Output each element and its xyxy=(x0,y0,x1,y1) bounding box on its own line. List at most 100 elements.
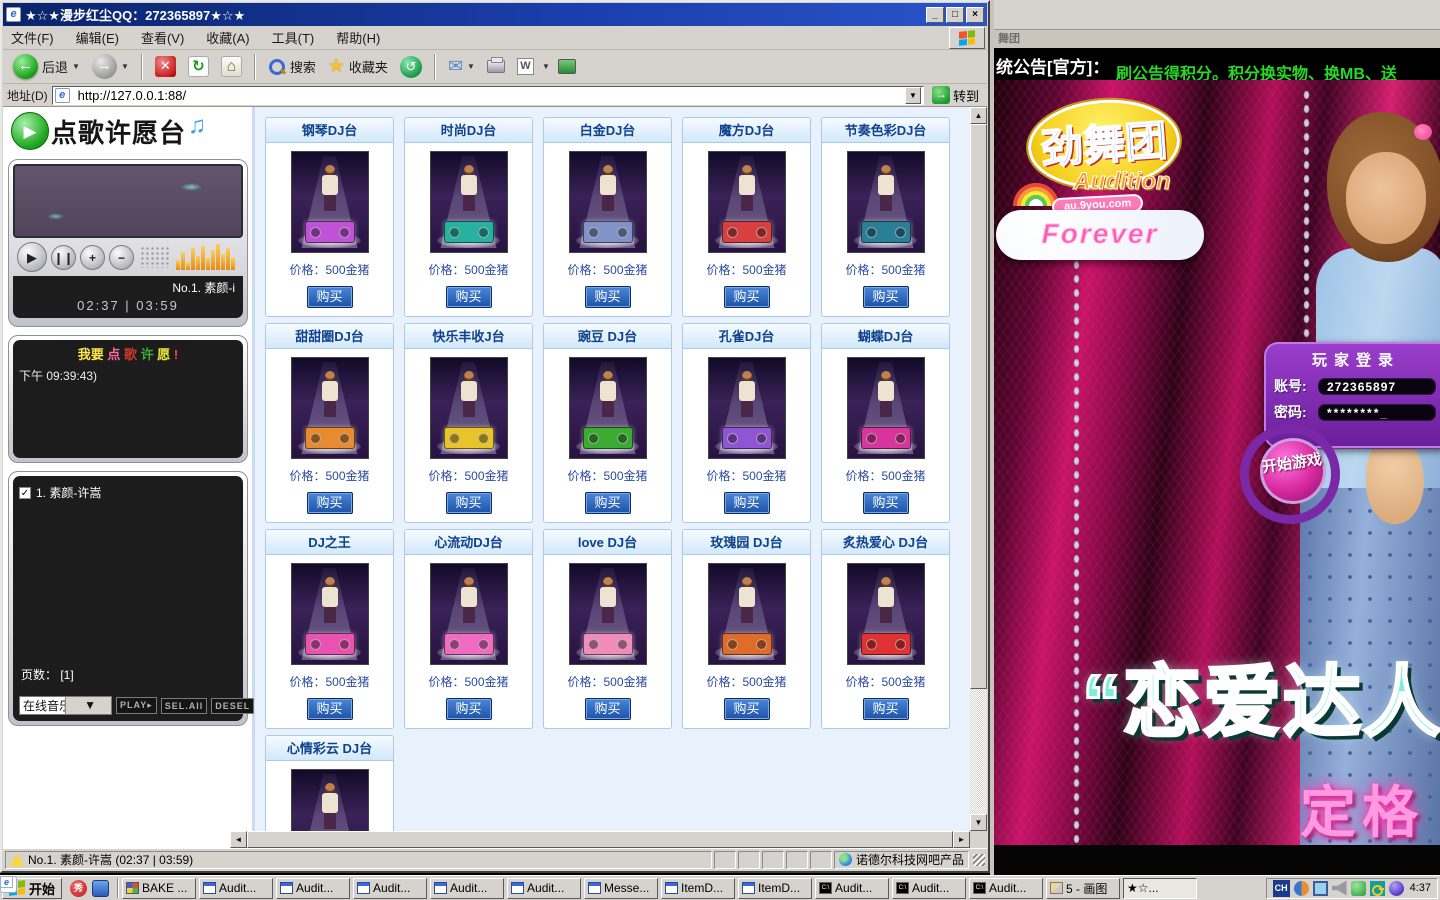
back-dropdown-icon[interactable]: ▼ xyxy=(72,62,80,71)
scroll-left-icon[interactable]: ◄ xyxy=(230,831,247,848)
refresh-button[interactable]: ↻ xyxy=(184,54,213,79)
category-dropdown-icon[interactable]: ▼ xyxy=(65,697,111,714)
banner-freeze-frame: 定格 xyxy=(1300,768,1424,845)
taskbar-task-button[interactable]: Audit... xyxy=(199,878,273,899)
buy-button[interactable]: 购买 xyxy=(724,492,770,514)
buy-button[interactable]: 购买 xyxy=(724,698,770,720)
volume-up-button[interactable]: + xyxy=(80,245,105,270)
print-button[interactable] xyxy=(483,58,509,75)
buy-button[interactable]: 购买 xyxy=(724,286,770,308)
language-indicator[interactable]: CH xyxy=(1273,880,1290,897)
close-button[interactable]: × xyxy=(966,7,984,23)
menu-item[interactable]: 编辑(E) xyxy=(76,28,119,47)
playlist-action-button[interactable]: DESEL xyxy=(211,698,254,714)
shop-item-card: 炙热爱心 DJ台 价格：500金猪 购买 xyxy=(821,529,950,729)
taskbar-task-button[interactable]: Audit... xyxy=(815,878,889,899)
taskbar-task-button[interactable]: Audit... xyxy=(892,878,966,899)
category-select[interactable]: 在线音乐分类 ▼ xyxy=(19,696,112,715)
item-image xyxy=(569,151,647,253)
address-input[interactable] xyxy=(78,88,901,103)
history-icon: ↺ xyxy=(400,56,422,78)
key-icon[interactable] xyxy=(1370,881,1385,896)
announcement-label: 统公告[官方]： xyxy=(996,53,1109,78)
taskbar-task-button[interactable]: Audit... xyxy=(507,878,581,899)
maximize-button[interactable]: □ xyxy=(946,7,964,23)
buy-button[interactable]: 购买 xyxy=(863,698,909,720)
scroll-right-icon[interactable]: ► xyxy=(953,831,970,848)
mail-dropdown-icon[interactable]: ▼ xyxy=(467,62,475,71)
volume-down-button[interactable]: − xyxy=(109,245,134,270)
playlist-action-button[interactable]: SEL.All xyxy=(161,698,208,714)
buy-button[interactable]: 购买 xyxy=(446,286,492,308)
horizontal-scrollbar[interactable]: ◄ ► xyxy=(230,831,970,848)
messenger-tray-icon[interactable] xyxy=(1351,881,1366,896)
edit-word-button[interactable]: W xyxy=(513,56,538,77)
vertical-scroll-thumb[interactable] xyxy=(970,124,987,689)
vertical-scrollbar[interactable]: ▲ ▼ xyxy=(970,107,987,831)
account-field[interactable]: 272365897 xyxy=(1318,378,1436,395)
scroll-up-icon[interactable]: ▲ xyxy=(970,107,987,124)
menu-item[interactable]: 收藏(A) xyxy=(206,28,249,47)
quick-launch-icon[interactable] xyxy=(92,880,109,897)
playlist-action-button[interactable]: PLAY▸ xyxy=(116,697,157,714)
home-button[interactable]: ⌂ xyxy=(217,54,246,79)
taskbar-task-button[interactable]: Audit... xyxy=(969,878,1043,899)
buy-button[interactable]: 购买 xyxy=(863,286,909,308)
scroll-down-icon[interactable]: ▼ xyxy=(970,814,987,831)
password-field[interactable]: ********_ xyxy=(1318,404,1436,421)
buy-button[interactable]: 购买 xyxy=(585,698,631,720)
messenger-button[interactable] xyxy=(554,57,580,76)
display-icon[interactable] xyxy=(1313,881,1328,896)
back-button[interactable]: ←后退▼ xyxy=(9,52,84,81)
buy-button[interactable]: 购买 xyxy=(585,492,631,514)
taskbar-task-button[interactable]: Audit... xyxy=(276,878,350,899)
network-icon[interactable] xyxy=(1294,881,1309,896)
favorites-button[interactable]: ★收藏夹 xyxy=(324,53,392,80)
buy-button[interactable]: 购买 xyxy=(446,492,492,514)
buy-button[interactable]: 购买 xyxy=(446,698,492,720)
play-button[interactable]: ▶ xyxy=(17,242,47,272)
search-button[interactable]: 搜索 xyxy=(264,55,320,78)
globe-tray-icon[interactable] xyxy=(1389,881,1404,896)
playlist-item[interactable]: ✓ 1. 素颜-许嵩 xyxy=(19,484,237,501)
task-label: 5 - 画图 xyxy=(1066,880,1107,897)
buy-button[interactable]: 购买 xyxy=(307,286,353,308)
buy-button[interactable]: 购买 xyxy=(585,286,631,308)
taskbar-task-button[interactable]: BAKE ... xyxy=(122,878,196,899)
stop-button[interactable]: ✕ xyxy=(151,54,180,79)
menu-item[interactable]: 查看(V) xyxy=(141,28,184,47)
menu-item[interactable]: 帮助(H) xyxy=(336,28,380,47)
game-window-titlebar[interactable]: 舞团 xyxy=(994,30,1440,48)
buy-button[interactable]: 购买 xyxy=(307,698,353,720)
chain-decoration xyxy=(1072,230,1081,845)
taskbar-task-button[interactable]: Audit... xyxy=(430,878,504,899)
volume-icon[interactable] xyxy=(1332,881,1347,896)
quick-launch-icon[interactable]: 秀 xyxy=(70,880,87,897)
taskbar-task-button[interactable]: Messe... xyxy=(584,878,658,899)
menu-item[interactable]: 文件(F) xyxy=(11,28,54,47)
buy-button[interactable]: 购买 xyxy=(307,492,353,514)
task-icon xyxy=(126,882,139,894)
buy-button[interactable]: 购买 xyxy=(863,492,909,514)
forward-dropdown-icon[interactable]: ▼ xyxy=(121,62,129,71)
resize-grip[interactable] xyxy=(973,854,985,866)
address-dropdown-icon[interactable]: ▼ xyxy=(905,87,921,104)
edit-dropdown-icon[interactable]: ▼ xyxy=(542,62,550,71)
mail-button[interactable]: ✉▼ xyxy=(444,54,479,79)
taskbar-task-button[interactable]: ItemD... xyxy=(661,878,735,899)
taskbar-task-button[interactable]: ★☆... xyxy=(1123,878,1197,899)
horizontal-scroll-thumb[interactable] xyxy=(247,831,953,848)
playlist-checkbox[interactable]: ✓ xyxy=(19,487,31,499)
minimize-button[interactable]: _ xyxy=(926,7,944,23)
item-name: 魔方DJ台 xyxy=(683,118,810,143)
pause-button[interactable]: ❙❙ xyxy=(51,245,76,270)
taskbar-task-button[interactable]: ItemD... xyxy=(738,878,812,899)
forward-button[interactable]: →▼ xyxy=(88,52,133,81)
page-count-label: 页数： [1] xyxy=(21,666,74,683)
taskbar-task-button[interactable]: 5 - 画图 xyxy=(1046,878,1120,899)
go-button[interactable]: →转到 xyxy=(928,86,983,105)
taskbar-task-button[interactable]: Audit... xyxy=(353,878,427,899)
history-button[interactable]: ↺ xyxy=(396,54,426,80)
browser-titlebar[interactable]: e ★☆★漫步红尘QQ：272365897★☆★ _ □ × xyxy=(3,3,987,26)
menu-item[interactable]: 工具(T) xyxy=(272,28,315,47)
